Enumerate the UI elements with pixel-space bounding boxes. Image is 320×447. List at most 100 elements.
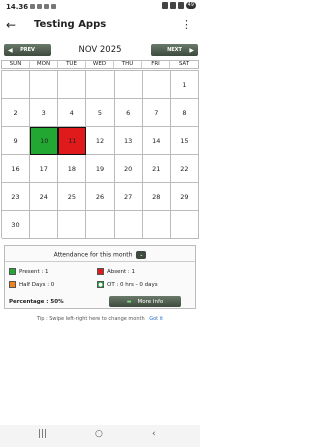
calendar-day[interactable]: 3 xyxy=(30,99,59,127)
triangle-left-icon: ◀ xyxy=(8,46,13,54)
absent-swatch xyxy=(97,268,104,275)
page-title: Testing Apps xyxy=(34,19,107,30)
mute-icon xyxy=(161,2,168,9)
calendar-day[interactable]: 5 xyxy=(86,99,115,127)
back-icon[interactable]: ‹ xyxy=(152,429,156,439)
half-day-swatch xyxy=(9,281,16,288)
notification-icon xyxy=(30,4,35,9)
info-icon: ▬ xyxy=(126,298,132,305)
calendar-day[interactable]: 7 xyxy=(142,99,171,127)
home-icon[interactable]: ○ xyxy=(95,429,103,439)
calendar-day[interactable]: 27 xyxy=(114,183,143,211)
next-label: NEXT xyxy=(167,47,182,53)
weekday-header: SUN MON TUE WED THU FRI SAT xyxy=(1,60,199,69)
divider xyxy=(5,261,195,262)
next-month-button[interactable]: NEXT ▶ xyxy=(151,44,198,56)
battery-icon: 49 xyxy=(185,2,196,9)
absent-count: Absent : 1 xyxy=(107,268,135,275)
calendar-day[interactable]: 1 xyxy=(170,71,199,99)
got-it-link[interactable]: Got it xyxy=(149,316,163,322)
weekday-label: SAT xyxy=(178,61,190,67)
calendar-day[interactable]: 16 xyxy=(2,155,31,183)
notification-icon xyxy=(44,4,49,9)
calendar-day[interactable]: 8 xyxy=(170,99,199,127)
triangle-right-icon: ▶ xyxy=(189,46,194,54)
calendar-day xyxy=(2,71,31,99)
more-info-button[interactable]: ▬ More Info xyxy=(109,296,181,307)
attendance-panel: Attendance for this month ⌄ Present : 1 … xyxy=(4,245,196,309)
calendar-day[interactable]: 21 xyxy=(142,155,171,183)
calendar-day xyxy=(142,211,171,239)
weekday-label: TUE xyxy=(58,61,86,68)
more-vert-icon[interactable]: ⋮ xyxy=(181,18,192,31)
calendar-day[interactable]: 9 xyxy=(2,127,31,155)
calendar-day xyxy=(58,71,87,99)
calendar-day[interactable]: 18 xyxy=(58,155,87,183)
calendar-day[interactable]: 20 xyxy=(114,155,143,183)
calendar-day xyxy=(114,71,143,99)
status-time: 14.36 xyxy=(6,3,29,11)
present-count: Present : 1 xyxy=(19,268,49,275)
calendar-day[interactable]: 29 xyxy=(170,183,199,211)
calendar-day[interactable]: 2 xyxy=(2,99,31,127)
weekday-label: FRI xyxy=(142,61,170,68)
legend-ot: ● OT : 0 hrs - 0 days xyxy=(97,281,158,288)
ot-value: OT : 0 hrs - 0 days xyxy=(107,281,158,288)
calendar-day xyxy=(58,211,87,239)
calendar-day[interactable]: 17 xyxy=(30,155,59,183)
calendar-day xyxy=(114,211,143,239)
calendar-day xyxy=(142,71,171,99)
weekday-label: WED xyxy=(86,61,114,68)
calendar-day[interactable]: 11 xyxy=(58,127,87,155)
calendar-day[interactable]: 4 xyxy=(58,99,87,127)
legend-present: Present : 1 xyxy=(9,268,49,275)
prev-label: PREV xyxy=(20,47,35,53)
calendar-day xyxy=(30,211,59,239)
attendance-title-row: Attendance for this month ⌄ xyxy=(5,251,195,259)
chevron-down-icon[interactable]: ⌄ xyxy=(136,251,147,259)
calendar-day[interactable]: 14 xyxy=(142,127,171,155)
tip-row: Tip : Swipe left-right here to change mo… xyxy=(0,316,200,322)
calendar-day[interactable]: 13 xyxy=(114,127,143,155)
attendance-percentage: Percentage : 50% xyxy=(9,299,64,305)
status-bar: 14.36 49 xyxy=(0,0,200,14)
calendar-day[interactable]: 6 xyxy=(114,99,143,127)
calendar-day[interactable]: 22 xyxy=(170,155,199,183)
calendar-day[interactable]: 26 xyxy=(86,183,115,211)
calendar-day xyxy=(86,71,115,99)
calendar-grid: 1 2 3 4 5 6 7 8 9 10 11 12 13 14 15 16 1… xyxy=(1,70,199,239)
calendar-day[interactable]: 25 xyxy=(58,183,87,211)
calendar-day xyxy=(86,211,115,239)
weekday-label: THU xyxy=(114,61,142,68)
calendar-day xyxy=(30,71,59,99)
notification-icon xyxy=(37,4,42,9)
recents-icon[interactable]: ||| xyxy=(38,429,47,439)
app-bar: ← Testing Apps ⋮ xyxy=(0,14,200,38)
prev-month-button[interactable]: ◀ PREV xyxy=(4,44,51,56)
tip-text: Tip : Swipe left-right here to change mo… xyxy=(36,316,145,322)
signal-icon xyxy=(177,2,184,9)
weekday-label: SUN xyxy=(2,61,30,68)
system-nav-bar: ||| ○ ‹ xyxy=(0,425,200,447)
weekday-label: MON xyxy=(30,61,58,68)
calendar-day xyxy=(170,211,199,239)
notification-icon xyxy=(51,4,56,9)
present-swatch xyxy=(9,268,16,275)
legend-half-days: Half Days : 0 xyxy=(9,281,54,288)
ot-clock-icon: ● xyxy=(97,281,104,288)
calendar-day[interactable]: 23 xyxy=(2,183,31,211)
calendar-day[interactable]: 12 xyxy=(86,127,115,155)
status-icons: 49 xyxy=(161,2,196,9)
wifi-icon xyxy=(169,2,176,9)
calendar-day[interactable]: 10 xyxy=(30,127,59,155)
calendar-day[interactable]: 15 xyxy=(170,127,199,155)
calendar-day[interactable]: 30 xyxy=(2,211,31,239)
more-info-label: More Info xyxy=(137,298,164,305)
calendar-day[interactable]: 24 xyxy=(30,183,59,211)
calendar-day[interactable]: 28 xyxy=(142,183,171,211)
arrow-left-icon[interactable]: ← xyxy=(6,18,16,32)
legend-absent: Absent : 1 xyxy=(97,268,135,275)
calendar-day[interactable]: 19 xyxy=(86,155,115,183)
month-label: NOV 2025 xyxy=(78,45,122,55)
half-days-count: Half Days : 0 xyxy=(19,281,55,288)
